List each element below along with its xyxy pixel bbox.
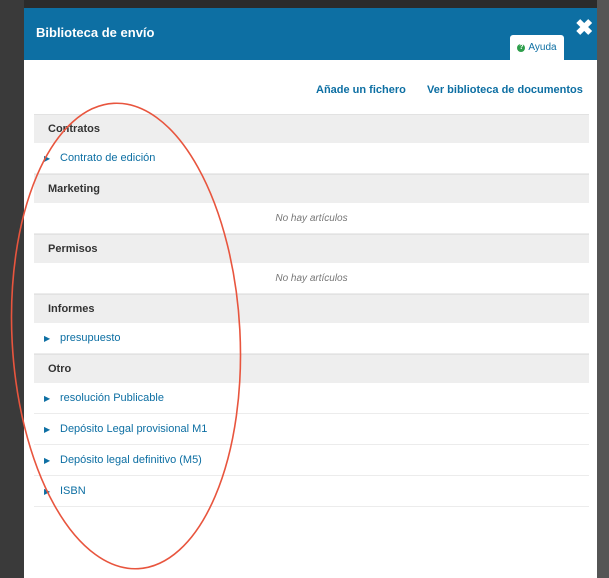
view-document-library-link[interactable]: Ver biblioteca de documentos — [427, 84, 583, 96]
page-backdrop-right — [597, 0, 609, 578]
modal-header: Biblioteca de envío ? Ayuda ✖ — [24, 8, 597, 60]
section-header-contratos: Contratos — [34, 114, 589, 143]
help-button[interactable]: ? Ayuda — [510, 35, 564, 60]
triangle-right-icon: ▶ — [44, 424, 51, 434]
file-link[interactable]: Depósito Legal provisional M1 — [60, 423, 207, 435]
section-header-marketing: Marketing — [34, 174, 589, 203]
list-item[interactable]: ▶ Contrato de edición — [34, 143, 589, 174]
file-link[interactable]: ISBN — [60, 485, 86, 497]
triangle-right-icon: ▶ — [44, 153, 51, 163]
file-link[interactable]: Contrato de edición — [60, 152, 155, 164]
modal-title: Biblioteca de envío — [36, 25, 155, 40]
triangle-right-icon: ▶ — [44, 333, 51, 343]
help-icon: ? — [517, 43, 526, 52]
list-item[interactable]: ▶ Depósito legal definitivo (M5) — [34, 445, 589, 476]
section-header-otro: Otro — [34, 354, 589, 383]
empty-message: No hay artículos — [34, 203, 589, 234]
help-label: Ayuda — [528, 42, 557, 53]
submission-library-modal: Biblioteca de envío ? Ayuda ✖ Añade un f… — [24, 8, 597, 578]
list-item[interactable]: ▶ ISBN — [34, 476, 589, 507]
empty-message: No hay artículos — [34, 263, 589, 294]
triangle-right-icon: ▶ — [44, 455, 51, 465]
list-item[interactable]: ▶ resolución Publicable — [34, 383, 589, 414]
triangle-right-icon: ▶ — [44, 393, 51, 403]
triangle-right-icon: ▶ — [44, 486, 51, 496]
library-sections: Contratos ▶ Contrato de edición Marketin… — [34, 114, 589, 507]
list-item[interactable]: ▶ presupuesto — [34, 323, 589, 354]
add-file-link[interactable]: Añade un fichero — [316, 84, 406, 96]
page-backdrop-left — [0, 0, 24, 578]
library-toolbar: Añade un fichero Ver biblioteca de docum… — [24, 80, 597, 100]
list-item[interactable]: ▶ Depósito Legal provisional M1 — [34, 414, 589, 445]
file-link[interactable]: presupuesto — [60, 332, 121, 344]
file-link[interactable]: resolución Publicable — [60, 392, 164, 404]
section-header-permisos: Permisos — [34, 234, 589, 263]
file-link[interactable]: Depósito legal definitivo (M5) — [60, 454, 202, 466]
close-icon[interactable]: ✖ — [575, 16, 593, 40]
section-header-informes: Informes — [34, 294, 589, 323]
